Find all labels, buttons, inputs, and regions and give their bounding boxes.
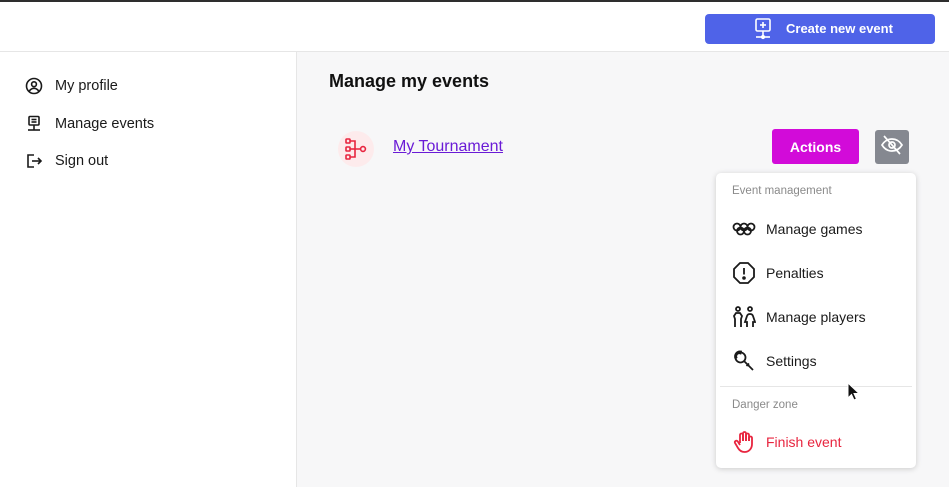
menu-item-label: Manage games [766, 221, 863, 237]
event-link[interactable]: My Tournament [393, 138, 503, 156]
players-icon [732, 305, 756, 329]
sidebar-item-my-profile[interactable]: My profile [25, 74, 118, 98]
user-circle-icon [25, 77, 43, 95]
menu-item-finish-event[interactable]: Finish event [732, 429, 841, 455]
menu-divider [720, 386, 912, 387]
sidebar-item-manage-events[interactable]: Manage events [25, 112, 154, 136]
create-new-event-button[interactable]: Create new event [705, 14, 935, 44]
actions-button[interactable]: Actions [772, 129, 859, 164]
rings-icon [732, 217, 756, 241]
tools-icon [732, 349, 756, 373]
mouse-cursor-icon [847, 381, 861, 402]
sidebar-item-label: My profile [55, 78, 118, 94]
menu-item-manage-players[interactable]: Manage players [732, 304, 866, 330]
section-label-danger-zone: Danger zone [732, 399, 798, 411]
sidebar-item-label: Sign out [55, 153, 109, 169]
section-label-event-management: Event management [732, 185, 832, 197]
sidebar: My profile Manage events Sign out [0, 52, 297, 487]
menu-item-label: Settings [766, 353, 817, 369]
actions-menu: Event management Manage games Penalties [716, 173, 916, 468]
page-title: Manage my events [329, 71, 490, 91]
menu-item-penalties[interactable]: Penalties [732, 260, 824, 286]
sign-out-icon [25, 152, 43, 170]
menu-item-manage-games[interactable]: Manage games [732, 216, 863, 242]
calendar-plus-icon [753, 18, 773, 40]
eye-off-icon [880, 134, 904, 161]
sidebar-item-label: Manage events [55, 116, 155, 132]
alert-octagon-icon [732, 261, 756, 285]
menu-item-label: Finish event [766, 434, 842, 450]
stop-hand-icon [732, 430, 756, 454]
menu-item-label: Manage players [766, 309, 866, 325]
event-monitor-icon [25, 115, 43, 133]
visibility-toggle-button[interactable] [875, 130, 909, 164]
tournament-bracket-icon [338, 131, 374, 167]
top-bar: Create new event [0, 0, 949, 52]
menu-item-label: Penalties [766, 265, 824, 281]
menu-item-settings[interactable]: Settings [732, 348, 817, 374]
sidebar-item-sign-out[interactable]: Sign out [25, 149, 108, 173]
create-new-event-label: Create new event [786, 21, 893, 36]
